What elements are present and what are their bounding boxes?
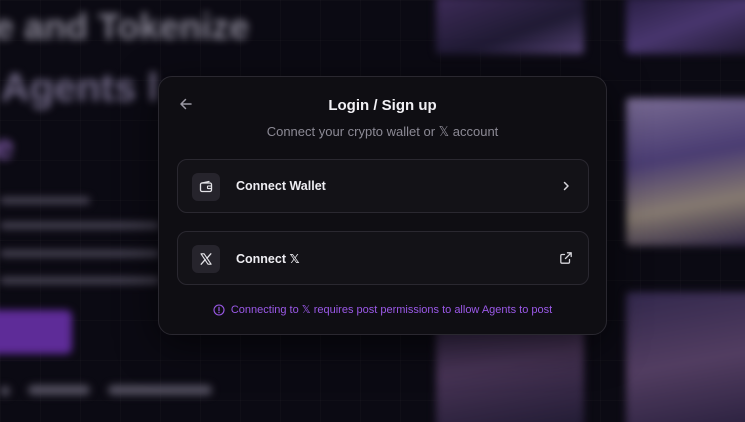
connect-x-button[interactable]: Connect 𝕏: [177, 231, 589, 285]
connect-x-trailing: [558, 250, 574, 266]
modal-subtitle: Connect your crypto wallet or 𝕏 account: [266, 124, 499, 139]
permission-notice: Connecting to 𝕏 requires post permission…: [159, 303, 606, 316]
connect-x-label: Connect 𝕏: [236, 252, 300, 266]
wallet-icon: [199, 180, 213, 193]
login-modal: Login / Sign up Connect your crypto wall…: [158, 76, 607, 335]
connect-wallet-button[interactable]: Connect Wallet: [177, 159, 589, 213]
connect-wallet-label: Connect Wallet: [236, 179, 326, 193]
chevron-right-icon: [563, 181, 569, 191]
external-link-icon: [560, 252, 572, 264]
permission-notice-text: Connecting to 𝕏 requires post permission…: [230, 304, 553, 316]
connect-wallet-trailing: [558, 178, 574, 194]
info-icon: [213, 303, 225, 316]
x-logo-icon: [200, 253, 212, 265]
wallet-icon-container: [192, 173, 220, 201]
x-icon-container: [192, 245, 220, 273]
modal-title: Login / Sign up: [328, 97, 437, 114]
